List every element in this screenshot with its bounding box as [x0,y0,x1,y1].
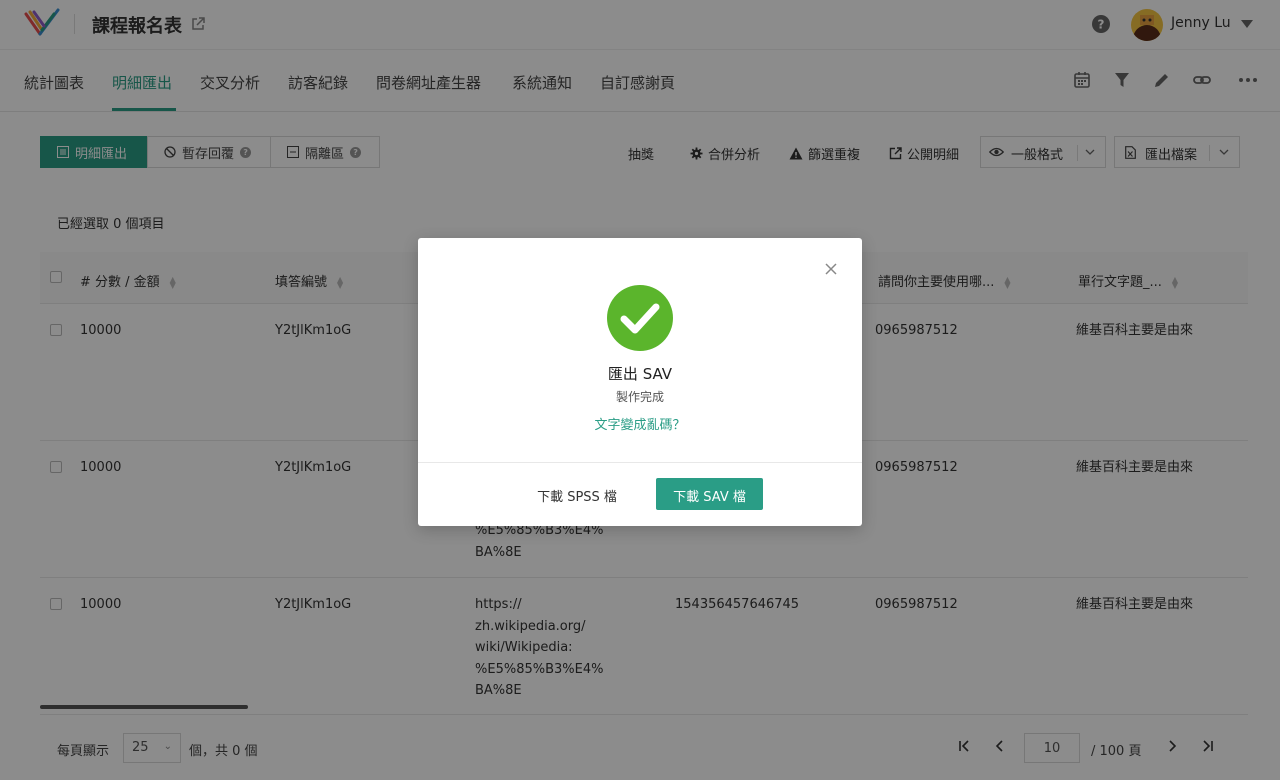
download-spss-button[interactable]: 下載 SPSS 檔 [522,478,632,510]
close-icon[interactable] [824,262,838,276]
modal-divider [418,462,862,463]
download-sav-button[interactable]: 下載 SAV 檔 [656,478,763,510]
modal-subtitle: 製作完成 [615,390,664,404]
export-sav-modal: 匯出 SAV 製作完成 文字變成亂碼？ 下載 SPSS 檔 下載 SAV 檔 [418,238,862,526]
success-check-icon [607,285,673,351]
garbled-text-help-link[interactable]: 文字變成亂碼？ [418,414,862,433]
modal-title: 匯出 SAV [607,365,673,383]
